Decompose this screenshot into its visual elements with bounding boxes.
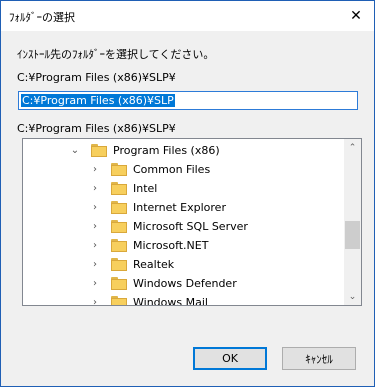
folder-icon [111, 277, 127, 290]
chevron-right-icon[interactable]: › [89, 259, 101, 270]
chevron-down-icon[interactable]: ⌄ [69, 145, 81, 156]
tree-item[interactable]: › Internet Explorer [89, 197, 226, 218]
scroll-up-icon[interactable]: ⌃ [344, 139, 361, 156]
chevron-right-icon[interactable]: › [89, 164, 101, 175]
chevron-right-icon[interactable]: › [89, 278, 101, 289]
tree-item-label: Microsoft SQL Server [133, 220, 248, 233]
tree-item-label: Common Files [133, 163, 211, 176]
cancel-button[interactable]: ｷｬﾝｾﾙ [282, 347, 356, 370]
ok-button[interactable]: OK [193, 347, 267, 370]
folder-path-input-text: C:¥Program Files (x86)¥SLP [21, 94, 175, 107]
tree-item-label: Intel [133, 182, 158, 195]
tree-item[interactable]: › Common Files [89, 159, 210, 180]
tree-item[interactable]: › Realtek [89, 254, 174, 275]
instruction-label: ｲﾝｽﾄｰﾙ先のﾌｫﾙﾀﾞｰを選択してください。 [17, 48, 215, 61]
folder-icon [111, 239, 127, 252]
chevron-right-icon[interactable]: › [89, 221, 101, 232]
tree-item-program-files-x86[interactable]: ⌄ Program Files (x86) [69, 140, 220, 161]
chevron-right-icon[interactable]: › [89, 240, 101, 251]
scroll-thumb[interactable] [345, 221, 360, 249]
tree-item[interactable]: › Windows Defender [89, 273, 237, 294]
folder-icon [111, 258, 127, 271]
folder-icon [111, 296, 127, 305]
folder-select-dialog: ﾌｫﾙﾀﾞｰの選択 ✕ ｲﾝｽﾄｰﾙ先のﾌｫﾙﾀﾞｰを選択してください。 C:¥… [0, 0, 375, 387]
tree-item-label: Internet Explorer [133, 201, 226, 214]
chevron-right-icon[interactable]: › [89, 183, 101, 194]
folder-tree[interactable]: ⌄ Program Files (x86) › Common Files › I… [22, 138, 362, 306]
tree-item[interactable]: › Windows Mail [89, 292, 208, 306]
selected-path-label: C:¥Program Files (x86)¥SLP¥ [17, 122, 176, 135]
tree-item-label: Program Files (x86) [113, 144, 220, 157]
tree-scrollbar[interactable]: ⌃ ⌄ [344, 139, 361, 305]
current-path-label: C:¥Program Files (x86)¥SLP¥ [17, 71, 176, 84]
chevron-right-icon[interactable]: › [89, 297, 101, 305]
folder-icon [91, 144, 107, 157]
tree-item[interactable]: › Intel [89, 178, 157, 199]
tree-item-label: Microsoft.NET [133, 239, 209, 252]
folder-icon [111, 201, 127, 214]
folder-icon [111, 182, 127, 195]
tree-item[interactable]: › Microsoft.NET [89, 235, 208, 256]
scroll-down-icon[interactable]: ⌄ [344, 288, 361, 305]
close-button[interactable]: ✕ [338, 1, 374, 31]
folder-icon [111, 220, 127, 233]
folder-icon [111, 163, 127, 176]
folder-path-input[interactable]: C:¥Program Files (x86)¥SLP [18, 91, 358, 110]
tree-item[interactable]: › Microsoft SQL Server [89, 216, 248, 237]
tree-item-label: Realtek [133, 258, 175, 271]
tree-item-label: Windows Mail [133, 296, 208, 306]
tree-item-label: Windows Defender [133, 277, 237, 290]
title-bar: ﾌｫﾙﾀﾞｰの選択 ✕ [1, 1, 374, 31]
chevron-right-icon[interactable]: › [89, 202, 101, 213]
window-title: ﾌｫﾙﾀﾞｰの選択 [9, 11, 75, 24]
